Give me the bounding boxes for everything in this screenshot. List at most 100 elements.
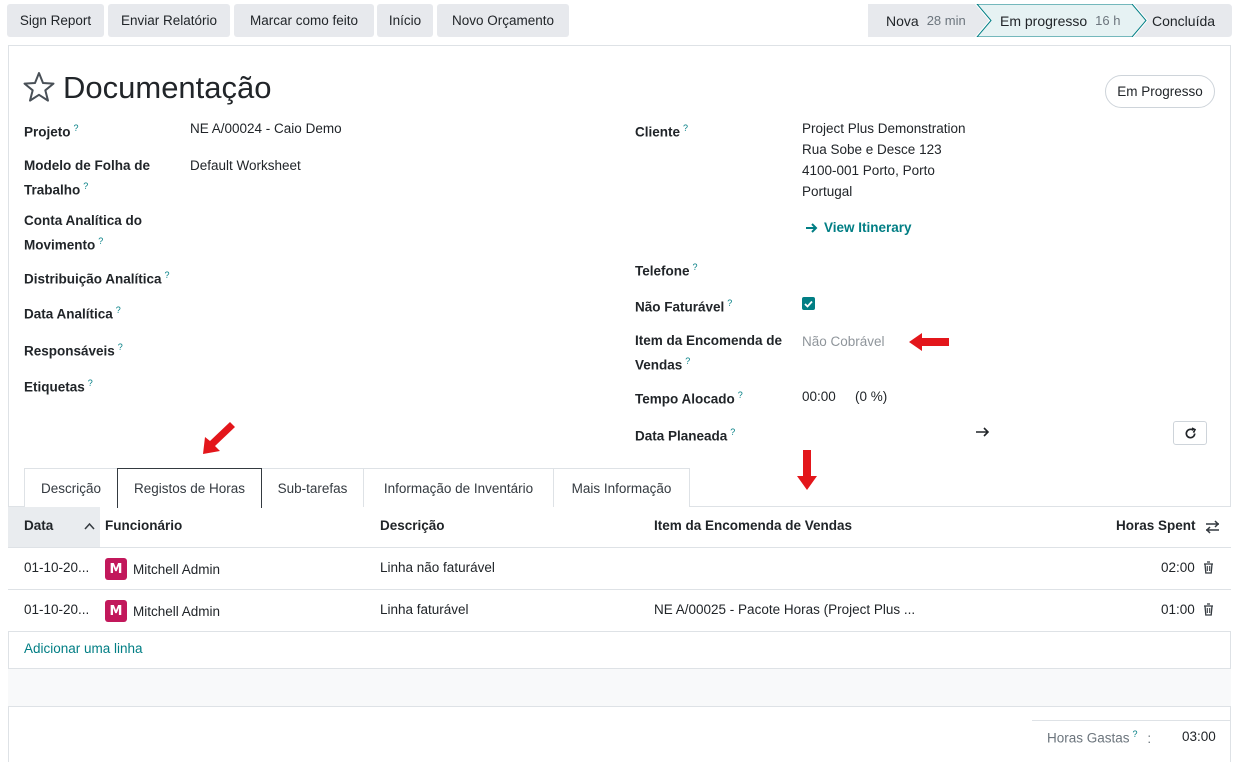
- help-icon[interactable]: ?: [685, 356, 690, 366]
- table-row[interactable]: 01-10-20... M Mitchell Admin Linha fatur…: [8, 590, 1231, 632]
- header-data[interactable]: Data: [24, 518, 53, 533]
- etiquetas-label: Etiquetas?: [24, 378, 93, 395]
- header-descricao[interactable]: Descrição: [380, 518, 445, 533]
- modelo-label-line2: Trabalho?: [24, 181, 89, 198]
- view-itinerary-link[interactable]: View Itinerary: [805, 220, 912, 235]
- conta-label-line1: Conta Analítica do: [24, 213, 143, 228]
- header-funcionario[interactable]: Funcionário: [105, 518, 182, 533]
- cliente-line2: Rua Sobe e Desce 123: [802, 142, 942, 157]
- conta-label-line2: Movimento?: [24, 236, 104, 253]
- marcar-como-feito-button[interactable]: Marcar como feito: [234, 4, 374, 37]
- tab-registos-de-horas[interactable]: Registos de Horas: [117, 468, 262, 508]
- help-icon[interactable]: ?: [693, 262, 698, 272]
- annotation-arrow-down-icon: [797, 450, 817, 490]
- help-icon[interactable]: ?: [730, 427, 735, 437]
- item-encomenda-label-line1: Item da Encomenda de: [635, 333, 783, 348]
- avatar: M: [105, 600, 127, 622]
- data-planeada-label: Data Planeada?: [635, 427, 736, 444]
- modelo-label: Modelo de Folha de Trabalho?: [24, 155, 150, 201]
- stage-em-progresso-duration: 16 h: [1095, 13, 1121, 28]
- table-row[interactable]: 01-10-20... M Mitchell Admin Linha não f…: [8, 548, 1231, 590]
- control-panel: Sign Report Enviar Relatório Marcar como…: [0, 0, 1235, 41]
- cliente-line1: Project Plus Demonstration: [802, 121, 966, 136]
- inicio-button[interactable]: Início: [377, 4, 433, 37]
- row-funcionario: Mitchell Admin: [133, 604, 221, 619]
- trash-icon[interactable]: [1203, 561, 1214, 574]
- cliente-label: Cliente?: [635, 123, 689, 140]
- item-encomenda-value[interactable]: Não Cobrável: [802, 331, 885, 352]
- help-icon[interactable]: ?: [116, 305, 121, 315]
- row-data: 01-10-20...: [24, 602, 90, 617]
- cliente-address[interactable]: Project Plus Demonstration Rua Sobe e De…: [802, 118, 966, 202]
- add-line-link[interactable]: Adicionar uma linha: [24, 641, 143, 656]
- stage-nova[interactable]: Nova 28 min: [886, 4, 966, 37]
- row-horas: 02:00: [1161, 560, 1195, 575]
- row-horas: 01:00: [1161, 602, 1195, 617]
- horas-gastas-value: 03:00: [1182, 729, 1216, 744]
- novo-orcamento-button[interactable]: Novo Orçamento: [437, 4, 569, 37]
- projeto-label: Projeto?: [24, 123, 79, 140]
- status-pill[interactable]: Em Progresso: [1105, 75, 1215, 108]
- item-encomenda-label: Item da Encomenda de Vendas?: [635, 330, 782, 376]
- timesheet-table-header: Data Funcionário Descrição Item da Encom…: [8, 507, 1231, 548]
- tempo-alocado-pct: (0 %): [855, 389, 888, 404]
- header-horas-spent[interactable]: Horas Spent: [1116, 518, 1196, 533]
- stage-concluida-label: Concluída: [1152, 12, 1216, 29]
- stage-concluida[interactable]: Concluída: [1152, 4, 1215, 37]
- help-icon[interactable]: ?: [88, 378, 93, 388]
- cliente-line3: 4100-001 Porto, Porto: [802, 163, 935, 178]
- help-icon[interactable]: ?: [74, 123, 79, 133]
- modelo-value[interactable]: Default Worksheet: [190, 155, 301, 176]
- help-icon[interactable]: ?: [1133, 729, 1138, 739]
- trash-icon[interactable]: [1203, 603, 1214, 616]
- nao-faturavel-label: Não Faturável?: [635, 298, 733, 315]
- help-icon[interactable]: ?: [118, 342, 123, 352]
- telefone-label: Telefone?: [635, 262, 698, 279]
- tempo-alocado-value[interactable]: 00:00: [802, 386, 836, 407]
- distribuicao-label: Distribuição Analítica?: [24, 270, 170, 287]
- row-funcionario: Mitchell Admin: [133, 562, 221, 577]
- enviar-relatorio-button[interactable]: Enviar Relatório: [108, 4, 230, 37]
- arrow-right-icon: [806, 222, 818, 233]
- date-range-arrow-icon: [976, 427, 990, 437]
- row-descricao: Linha faturável: [380, 602, 469, 617]
- horas-gastas-label: Horas Gastas? :: [1047, 729, 1152, 746]
- tab-descricao[interactable]: Descrição: [24, 468, 118, 507]
- stage-em-progresso-label: Em progresso: [1000, 12, 1088, 29]
- help-icon[interactable]: ?: [683, 123, 688, 133]
- column-settings-icon[interactable]: [1205, 520, 1220, 534]
- help-icon[interactable]: ?: [165, 270, 170, 280]
- row-item: NE A/00025 - Pacote Horas (Project Plus …: [654, 602, 916, 617]
- help-icon[interactable]: ?: [83, 181, 88, 191]
- annotation-arrow-down-left-icon: [203, 422, 235, 454]
- sort-up-icon[interactable]: [84, 522, 95, 530]
- help-icon[interactable]: ?: [98, 236, 103, 246]
- help-icon[interactable]: ?: [727, 298, 732, 308]
- tab-informacao-inventario[interactable]: Informação de Inventário: [363, 468, 554, 507]
- totals-divider: [1032, 720, 1231, 721]
- stage-nova-label: Nova: [886, 12, 919, 29]
- record-title[interactable]: Documentação: [63, 70, 272, 106]
- refresh-button[interactable]: [1173, 421, 1207, 445]
- avatar: M: [105, 558, 127, 580]
- projeto-value[interactable]: NE A/00024 - Caio Demo: [190, 118, 342, 139]
- header-item-encomenda[interactable]: Item da Encomenda de Vendas: [654, 518, 852, 533]
- item-encomenda-label-line2: Vendas?: [635, 356, 691, 373]
- star-icon[interactable]: [22, 70, 56, 104]
- sign-report-button[interactable]: Sign Report: [7, 4, 104, 37]
- row-data: 01-10-20...: [24, 560, 90, 575]
- nao-faturavel-checkbox[interactable]: [802, 297, 815, 310]
- tab-mais-informacao[interactable]: Mais Informação: [553, 468, 690, 507]
- row-descricao: Linha não faturável: [380, 560, 495, 575]
- tab-sub-tarefas[interactable]: Sub-tarefas: [261, 468, 364, 507]
- stage-nova-duration: 28 min: [926, 13, 966, 28]
- totals-separator: :: [1147, 730, 1152, 746]
- checkmark-icon: [804, 300, 813, 308]
- responsaveis-label: Responsáveis?: [24, 342, 123, 359]
- stage-em-progresso[interactable]: Em progresso 16 h: [1000, 4, 1120, 37]
- annotation-arrow-left-icon: [909, 333, 949, 351]
- data-analitica-label: Data Analítica?: [24, 305, 121, 322]
- tempo-alocado-label: Tempo Alocado?: [635, 390, 743, 407]
- stage-statusbar: Nova 28 min Em progresso 16 h Concluída: [868, 4, 1232, 37]
- help-icon[interactable]: ?: [738, 390, 743, 400]
